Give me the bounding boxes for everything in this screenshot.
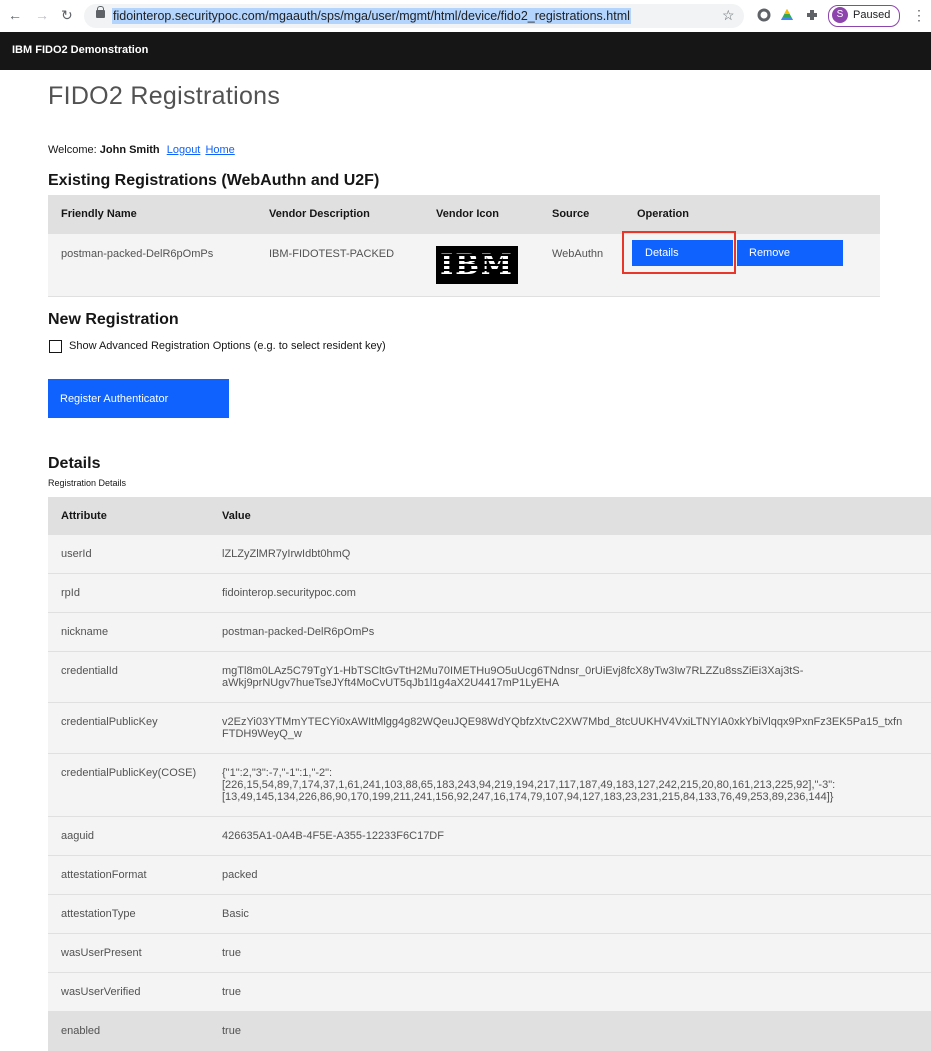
extensions-puzzle-icon[interactable]: [805, 8, 819, 22]
attribute-value: postman-packed-DelR6pOmPs: [222, 626, 375, 638]
remove-button[interactable]: Remove: [737, 240, 843, 266]
forward-arrow-icon[interactable]: →: [35, 7, 49, 23]
table-header: Friendly Name Vendor Description Vendor …: [48, 195, 880, 234]
details-subheading: Registration Details: [48, 478, 127, 488]
table-row: credentialPublicKey(COSE) {"1":2,"3":-7,…: [48, 754, 931, 817]
attribute-value: fidointerop.securitypoc.com: [222, 587, 356, 599]
table-row: wasUserPresent true: [48, 934, 931, 973]
avatar: S: [832, 7, 848, 23]
attribute-name: credentialId: [61, 665, 118, 677]
attribute-value: mgTl8m0LAz5C79TgY1-HbTSCltGvTtH2Mu70IMET…: [222, 665, 804, 689]
column-header: Attribute: [61, 510, 107, 522]
attribute-name: attestationType: [61, 908, 136, 920]
registrations-table: Friendly Name Vendor Description Vendor …: [48, 195, 880, 297]
reload-icon[interactable]: ↻: [61, 7, 73, 24]
register-authenticator-button[interactable]: Register Authenticator: [48, 379, 229, 418]
details-heading: Details: [48, 455, 101, 472]
attribute-value: true: [222, 947, 241, 959]
register-button-label: Register Authenticator: [60, 393, 169, 405]
bookmark-star-icon[interactable]: ☆: [722, 7, 735, 24]
table-row: nickname postman-packed-DelR6pOmPs: [48, 613, 931, 652]
vendor-description: IBM-FIDOTEST-PACKED: [269, 248, 395, 260]
attribute-name: userId: [61, 548, 92, 560]
app-title: IBM FIDO2 Demonstration: [12, 44, 149, 56]
source: WebAuthn: [552, 248, 604, 260]
table-row: attestationType Basic: [48, 895, 931, 934]
more-menu-icon[interactable]: ⋮: [912, 7, 926, 24]
column-header: Source: [552, 208, 590, 220]
advanced-options-checkbox[interactable]: [49, 340, 62, 353]
app-header: IBM FIDO2 Demonstration: [0, 32, 931, 70]
attribute-value: true: [222, 986, 241, 998]
table-row: postman-packed-DelR6pOmPs IBM-FIDOTEST-P…: [48, 234, 880, 297]
column-header: Operation: [637, 208, 689, 220]
home-link[interactable]: Home: [205, 144, 234, 156]
friendly-name: postman-packed-DelR6pOmPs: [61, 248, 214, 260]
extension-circle-icon[interactable]: [757, 8, 771, 22]
attribute-value: {"1":2,"3":-7,"-1":1,"-2": [226,15,54,89…: [222, 767, 836, 803]
address-bar[interactable]: fidointerop.securitypoc.com/mgaauth/sps/…: [84, 4, 744, 28]
advanced-options-label: Show Advanced Registration Options (e.g.…: [69, 340, 386, 352]
attribute-value: true: [222, 1025, 241, 1037]
attribute-name: credentialPublicKey: [61, 716, 158, 728]
attribute-name: credentialPublicKey(COSE): [61, 767, 197, 779]
column-header: Friendly Name: [61, 208, 137, 220]
attribute-value: 426635A1-0A4B-4F5E-A355-12233F6C17DF: [222, 830, 444, 842]
page-title: FIDO2 Registrations: [48, 82, 281, 110]
welcome-line: Welcome: John Smith Logout Home: [48, 144, 235, 156]
logout-link[interactable]: Logout: [167, 144, 201, 156]
attribute-name: wasUserPresent: [61, 947, 142, 959]
attribute-value: Basic: [222, 908, 249, 920]
table-row: rpId fidointerop.securitypoc.com: [48, 574, 931, 613]
existing-registrations-heading: Existing Registrations (WebAuthn and U2F…: [48, 172, 380, 189]
table-row: userId lZLZyZlMR7yIrwIdbt0hmQ: [48, 535, 931, 574]
new-registration-heading: New Registration: [48, 311, 179, 328]
attribute-name: wasUserVerified: [61, 986, 141, 998]
user-name: John Smith: [99, 144, 160, 156]
table-row: aaguid 426635A1-0A4B-4F5E-A355-12233F6C1…: [48, 817, 931, 856]
column-header: Vendor Icon: [436, 208, 499, 220]
table-row: credentialId mgTl8m0LAz5C79TgY1-HbTSCltG…: [48, 652, 931, 703]
attribute-name: enabled: [61, 1025, 101, 1037]
table-row: wasUserVerified true: [48, 973, 931, 1012]
attribute-value: v2EzYi03YTMmYTECYi0xAWItMlgg4g82WQeuJQE9…: [222, 716, 903, 740]
attribute-name: nickname: [61, 626, 109, 638]
browser-toolbar: ← → ↻ fidointerop.securitypoc.com/mgaaut…: [0, 0, 931, 33]
table-row: credentialPublicKey v2EzYi03YTMmYTECYi0x…: [48, 703, 931, 754]
table-row: attestationFormat packed: [48, 856, 931, 895]
table-row: enabled true: [48, 1012, 931, 1051]
ibm-logo: IBM: [436, 246, 518, 284]
attribute-name: rpId: [61, 587, 80, 599]
drive-icon[interactable]: [780, 8, 794, 22]
highlight-box: [622, 231, 736, 274]
back-arrow-icon[interactable]: ←: [8, 7, 22, 23]
welcome-prefix: Welcome:: [48, 144, 97, 156]
attribute-value: lZLZyZlMR7yIrwIdbt0hmQ: [222, 548, 351, 560]
attribute-name: aaguid: [61, 830, 95, 842]
url-text[interactable]: fidointerop.securitypoc.com/mgaauth/sps/…: [112, 8, 631, 24]
attribute-value: packed: [222, 869, 258, 881]
lock-icon: [96, 6, 105, 18]
column-header: Vendor Description: [269, 208, 370, 220]
table-header: Attribute Value: [48, 497, 931, 535]
attribute-name: attestationFormat: [61, 869, 147, 881]
profile-status: Paused: [853, 9, 891, 21]
details-table: Attribute Value userId lZLZyZlMR7yIrwIdb…: [48, 497, 931, 1051]
remove-button-label: Remove: [749, 247, 790, 259]
column-header: Value: [222, 510, 251, 522]
